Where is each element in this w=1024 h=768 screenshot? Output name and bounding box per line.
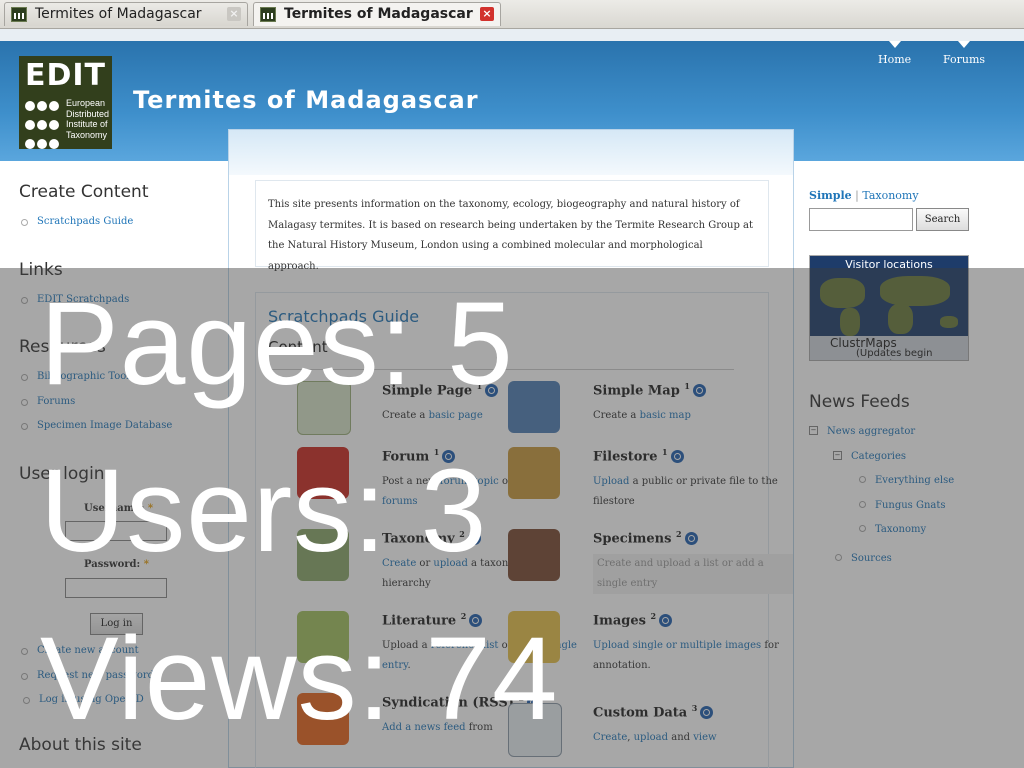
bullet-icon <box>859 501 866 508</box>
nav-forums[interactable]: Forums <box>943 41 985 66</box>
toolbar-strip <box>0 29 1024 41</box>
box-icon <box>508 447 560 499</box>
map-icon <box>508 381 560 433</box>
tree-news-aggregator[interactable]: News aggregator <box>827 426 915 437</box>
links-heading: Links <box>19 260 63 280</box>
favicon-icon <box>11 7 27 22</box>
site-title[interactable]: Termites of Madagascar <box>133 86 479 114</box>
guide-item-specimens: Specimens 2 Create and upload a list or … <box>508 529 793 595</box>
guide-item-images: Images 2 Upload single or multiple image… <box>508 611 793 676</box>
magnifier-icon[interactable] <box>670 450 684 464</box>
news-feeds-heading: News Feeds <box>809 392 910 412</box>
site-intro: This site presents information on the ta… <box>255 180 769 272</box>
search-mode-taxonomy[interactable]: Taxonomy <box>862 189 918 202</box>
close-tab-icon[interactable]: × <box>480 7 494 21</box>
favicon-icon <box>260 7 276 22</box>
users-stat: Users: 3 <box>40 445 488 577</box>
pages-stat: Pages: 5 <box>40 278 514 410</box>
tab-title: Termites of Madagascar <box>284 6 473 22</box>
beetle-icon <box>508 529 560 581</box>
map-footer: ClustrMaps (Updates begin soon...) <box>810 336 968 360</box>
bullet-icon <box>835 554 842 561</box>
edit-logo[interactable]: EDIT European Distributed Institute of T… <box>19 56 112 149</box>
nav-home[interactable]: Home <box>878 41 911 66</box>
bullet-icon <box>859 476 866 483</box>
link[interactable]: view <box>693 732 716 743</box>
link[interactable]: Upload single or multiple images <box>593 640 761 651</box>
bullet-icon <box>859 525 866 532</box>
search-mode-tabs: Simple | Taxonomy <box>809 189 919 202</box>
link[interactable]: Upload <box>593 476 629 487</box>
link[interactable]: upload <box>634 732 668 743</box>
magnifier-icon[interactable] <box>684 532 698 546</box>
close-tab-icon[interactable]: × <box>227 7 241 21</box>
map-title: Visitor locations <box>845 258 933 271</box>
collapse-icon[interactable]: − <box>833 451 842 460</box>
create-content-heading: Create Content <box>19 182 149 202</box>
collapse-icon[interactable]: − <box>809 426 818 435</box>
sidebar-link-scratchpads-guide[interactable]: Scratchpads Guide <box>20 216 133 227</box>
views-stat: Views: 74 <box>40 613 559 745</box>
sidebar-link-specimen-image-database[interactable]: Specimen Image Database <box>20 420 172 431</box>
logo-dots-icon <box>24 97 64 154</box>
magnifier-icon[interactable] <box>659 614 673 628</box>
search-button[interactable]: Search <box>916 208 969 231</box>
browser-tab-active[interactable]: Termites of Madagascar × <box>253 2 501 26</box>
link[interactable]: basic map <box>640 410 691 421</box>
guide-item-custom-data: Custom Data 3 Create, upload and view <box>508 703 793 757</box>
tree-everything-else[interactable]: Everything else <box>875 475 954 486</box>
search-mode-simple[interactable]: Simple <box>809 189 852 202</box>
tree-categories[interactable]: Categories <box>851 451 906 462</box>
search-input[interactable] <box>809 208 913 231</box>
tab-title: Termites of Madagascar <box>35 6 202 22</box>
magnifier-icon[interactable] <box>700 706 714 720</box>
link[interactable]: Create <box>593 732 627 743</box>
logo-text: EDIT <box>25 58 107 93</box>
magnifier-icon[interactable] <box>692 384 706 398</box>
browser-tab-bar: Termites of Madagascar × Termites of Mad… <box>0 0 1024 29</box>
logo-description: European Distributed Institute of Taxono… <box>66 98 110 140</box>
link[interactable]: basic page <box>429 410 483 421</box>
guide-item-simple-map: Simple Map 1 Create a basic map <box>508 381 793 433</box>
guide-item-filestore: Filestore 1 Upload a public or private f… <box>508 447 793 512</box>
panel-header <box>229 130 793 175</box>
tree-sources[interactable]: Sources <box>851 553 892 564</box>
browser-tab[interactable]: Termites of Madagascar × <box>4 2 248 26</box>
tree-taxonomy[interactable]: Taxonomy <box>875 524 926 535</box>
tree-fungus-gnats[interactable]: Fungus Gnats <box>875 500 946 511</box>
visitor-map[interactable]: Visitor locations ClustrMaps (Updates be… <box>809 255 969 361</box>
password-input[interactable] <box>65 578 167 598</box>
